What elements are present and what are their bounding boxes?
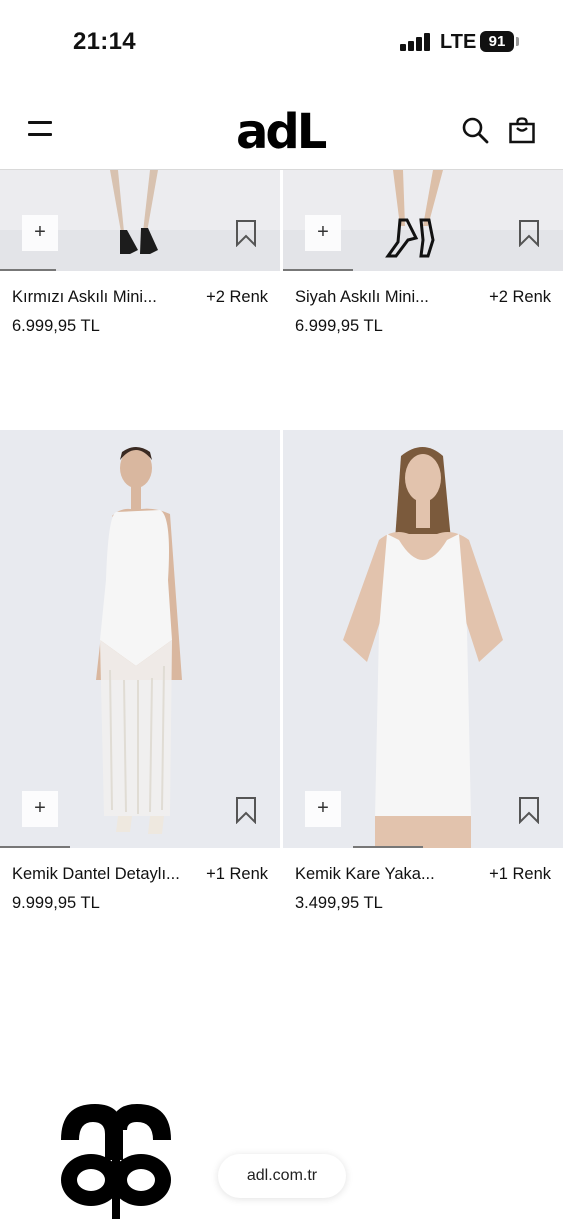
search-icon[interactable] [461, 116, 489, 144]
product-color-count[interactable]: +1 Renk [206, 865, 268, 884]
product-card[interactable]: + Kırmızı Askılı Mini... +2 Renk 6.999,9… [0, 170, 280, 335]
status-bar: 21:14 LTE 91 [0, 0, 563, 84]
quick-add-button[interactable]: + [22, 215, 58, 251]
image-progress-indicator [353, 846, 423, 848]
product-color-count[interactable]: +2 Renk [489, 288, 551, 307]
top-nav: adL [0, 84, 563, 170]
image-progress-indicator [0, 846, 70, 848]
bookmark-icon[interactable] [518, 796, 540, 825]
network-label: LTE [440, 31, 477, 53]
product-name[interactable]: Kemik Dantel Detaylı... [12, 865, 180, 884]
product-name[interactable]: Kemik Kare Yaka... [295, 865, 435, 884]
bookmark-icon[interactable] [518, 219, 540, 248]
product-image[interactable]: + [283, 170, 563, 271]
product-price: 6.999,95 TL [12, 317, 100, 335]
product-price: 3.499,95 TL [295, 894, 383, 912]
bookmark-icon[interactable] [235, 219, 257, 248]
product-name[interactable]: Siyah Askılı Mini... [295, 288, 429, 307]
bookmark-icon[interactable] [235, 796, 257, 825]
product-color-count[interactable]: +1 Renk [489, 865, 551, 884]
product-image[interactable]: + [283, 430, 563, 848]
hamburger-menu-icon[interactable] [28, 121, 52, 137]
image-progress-indicator [283, 269, 353, 271]
status-time: 21:14 [73, 28, 136, 55]
battery-icon: 91 [480, 31, 514, 52]
quick-add-button[interactable]: + [22, 791, 58, 827]
product-image[interactable]: + [0, 430, 280, 848]
quick-add-button[interactable]: + [305, 215, 341, 251]
product-price: 9.999,95 TL [12, 894, 100, 912]
product-card[interactable]: + Kemik Dantel Detaylı... +1 Renk 9.999,… [0, 430, 280, 912]
signal-icon [400, 33, 432, 51]
quick-add-button[interactable]: + [305, 791, 341, 827]
image-progress-indicator [0, 269, 56, 271]
product-price: 6.999,95 TL [295, 317, 383, 335]
shopping-bag-icon[interactable] [508, 116, 536, 144]
product-name[interactable]: Kırmızı Askılı Mini... [12, 288, 157, 307]
footer-logo [55, 1100, 177, 1219]
brand-logo[interactable]: adL [236, 104, 327, 160]
product-image[interactable]: + [0, 170, 280, 271]
product-color-count[interactable]: +2 Renk [206, 288, 268, 307]
battery-tip [516, 37, 519, 46]
product-card[interactable]: + Siyah Askılı Mini... +2 Renk 6.999,95 … [283, 170, 563, 335]
product-card[interactable]: + Kemik Kare Yaka... +1 Renk 3.499,95 TL [283, 430, 563, 912]
browser-url-bar[interactable]: adl.com.tr [218, 1154, 346, 1198]
